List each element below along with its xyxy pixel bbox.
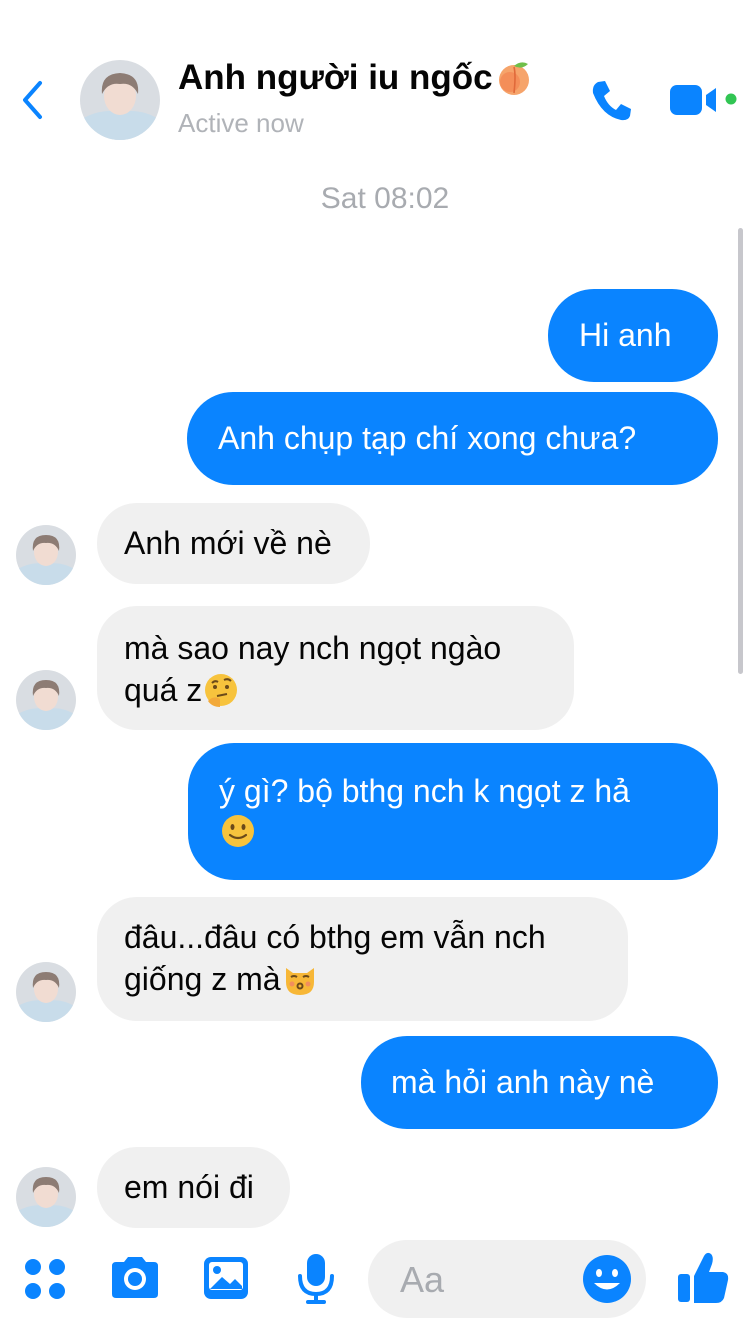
photo-gallery-button[interactable]	[202, 1254, 250, 1307]
contact-avatar-small[interactable]	[16, 525, 76, 585]
sent-message[interactable]: Hi anh	[548, 289, 718, 382]
sent-message[interactable]: mà hỏi anh này nè	[361, 1036, 718, 1129]
emoji-icon	[583, 1255, 631, 1303]
grid-menu-icon	[25, 1259, 65, 1299]
like-button[interactable]	[676, 1250, 730, 1311]
voice-message-button[interactable]	[296, 1252, 336, 1311]
contact-avatar[interactable]	[80, 60, 160, 140]
contact-name[interactable]: Anh người iu ngốc	[178, 58, 533, 98]
thumbs-up-icon	[678, 1252, 729, 1303]
message-text-line: mà sao nay nch ngọt ngào	[124, 630, 502, 666]
video-call-button[interactable]	[668, 78, 740, 122]
microphone-icon	[298, 1254, 334, 1304]
slightly-smiling-face-icon	[222, 815, 254, 847]
message-timestamp: Sat 08:02	[320, 182, 450, 215]
message-text-line: quá z	[124, 672, 203, 708]
presence-status: Active now	[178, 108, 304, 138]
message-text: Anh chụp tạp chí xong chưa?	[218, 420, 637, 456]
avatar-image	[16, 1167, 76, 1227]
video-camera-icon	[670, 85, 737, 115]
contact-avatar-small[interactable]	[16, 670, 76, 730]
contact-avatar-small[interactable]	[16, 1167, 76, 1227]
camera-icon	[112, 1257, 158, 1298]
message-text: Hi anh	[579, 317, 672, 353]
more-actions-button[interactable]	[22, 1256, 68, 1307]
thinking-face-icon	[205, 674, 238, 707]
contact-name-text: Anh người iu ngốc	[178, 58, 493, 97]
received-message[interactable]: mà sao nay nch ngọt ngào quá z	[97, 606, 574, 730]
emoji-picker-button[interactable]	[582, 1254, 632, 1309]
camera-button[interactable]	[108, 1254, 162, 1307]
sent-message[interactable]: ý gì? bộ bthg nch k ngọt z hả	[188, 743, 718, 880]
avatar-image	[16, 670, 76, 730]
received-message[interactable]: đâu...đâu có bthg em vẫn nch giống z mà	[97, 897, 628, 1021]
chevron-left-icon	[23, 81, 42, 119]
message-composer[interactable]	[368, 1240, 646, 1320]
message-text-line: đâu...đâu có bthg em vẫn nch	[124, 919, 546, 955]
message-text: Anh mới về nè	[124, 525, 332, 561]
avatar-image	[16, 525, 76, 585]
contact-avatar-small[interactable]	[16, 962, 76, 1022]
received-message[interactable]: Anh mới về nè	[97, 503, 370, 584]
peach-emoji-icon	[498, 62, 529, 95]
avatar-image	[16, 962, 76, 1022]
message-text: mà hỏi anh này nè	[391, 1064, 655, 1100]
message-text-line: giống z mà	[124, 961, 281, 997]
chat-header: Anh người iu ngốc Active now	[0, 0, 750, 170]
photo-icon	[204, 1257, 248, 1299]
received-message[interactable]: em nói đi	[97, 1147, 290, 1228]
message-text-line: ý gì? bộ bthg nch k ngọt z hả	[219, 773, 630, 809]
sent-message[interactable]: Anh chụp tạp chí xong chưa?	[187, 392, 718, 485]
back-button[interactable]	[14, 78, 50, 122]
avatar-image	[80, 60, 160, 140]
message-input[interactable]	[398, 1240, 572, 1320]
audio-call-button[interactable]	[588, 76, 636, 124]
scrollbar[interactable]	[738, 228, 743, 674]
phone-icon	[592, 81, 631, 121]
kissing-cat-face-icon	[285, 968, 314, 995]
message-text: em nói đi	[124, 1169, 254, 1205]
online-dot	[725, 93, 737, 105]
